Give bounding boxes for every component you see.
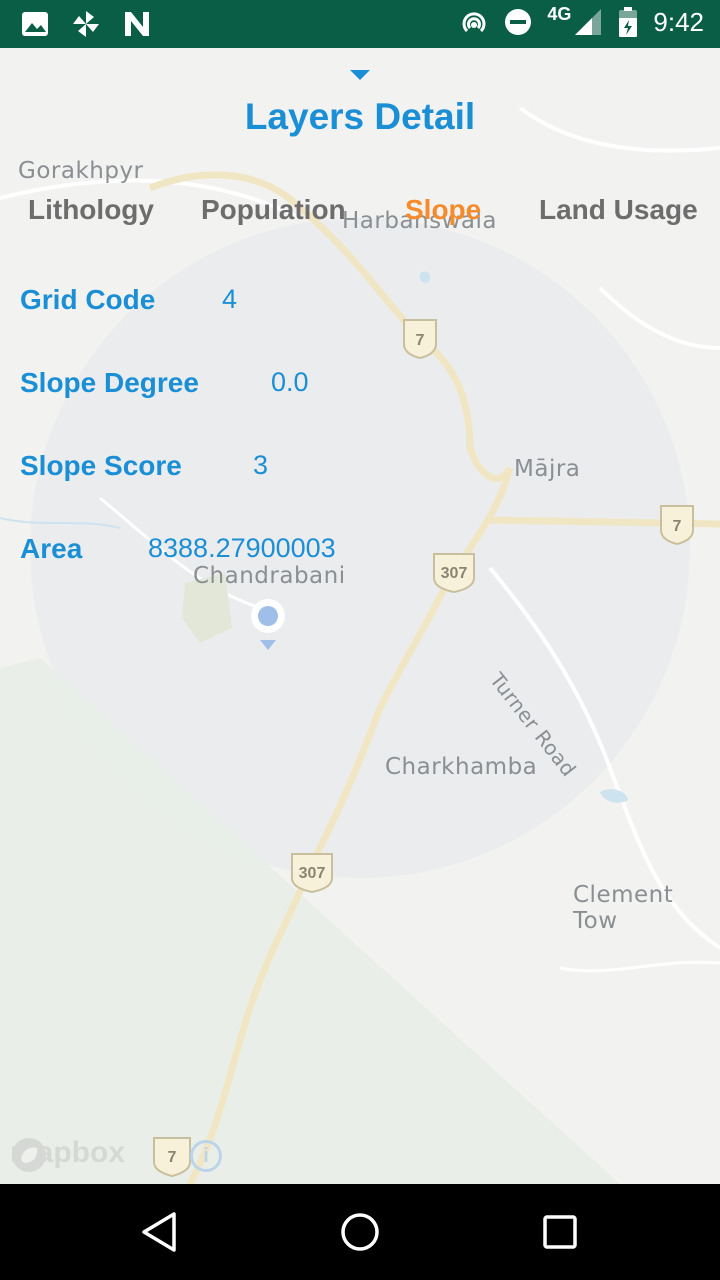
status-bar: 4G 9:42: [0, 0, 720, 48]
road-shield-label: 307: [299, 865, 326, 882]
info-icon[interactable]: i: [190, 1140, 222, 1172]
signal-icon: [575, 9, 602, 35]
area-value: 8388.27900003: [148, 533, 336, 563]
road-shield-307-lower: 307: [291, 853, 333, 894]
road-shield-7-south: 7: [153, 1137, 191, 1178]
n-logo-icon: [125, 12, 149, 36]
area-label: Area: [20, 533, 83, 564]
recents-icon[interactable]: [536, 1208, 584, 1256]
tab-slope[interactable]: Slope: [405, 194, 481, 226]
back-icon[interactable]: [136, 1208, 184, 1256]
pinwheel-icon: [73, 11, 99, 37]
road-shield-label: 7: [168, 1149, 177, 1166]
tab-land-usage[interactable]: Land Usage: [539, 194, 698, 226]
place-clement-town: Clement Tow: [573, 882, 674, 934]
slope-score-label: Slope Score: [20, 450, 182, 481]
home-icon[interactable]: [336, 1208, 384, 1256]
image-icon: [22, 12, 48, 36]
collapse-handle-icon[interactable]: [350, 70, 370, 80]
slope-degree-value: 0.0: [271, 367, 309, 397]
place-charkhamba: Charkhamba: [385, 754, 538, 780]
slope-score-value: 3: [253, 450, 269, 480]
tab-population[interactable]: Population: [201, 194, 346, 226]
tab-lithology[interactable]: Lithology: [28, 194, 154, 226]
navigation-bar: [0, 1184, 720, 1280]
panel-title: Layers Detail: [244, 96, 476, 137]
layers-detail-panel: Layers Detail Lithology Population Slope…: [0, 48, 720, 608]
clock: 9:42: [653, 6, 704, 37]
mapbox-logo-icon: [12, 1138, 46, 1172]
battery-icon: [619, 7, 638, 37]
do-not-disturb-icon: [505, 9, 532, 35]
grid-code-value: 4: [222, 284, 238, 314]
mapbox-logo[interactable]: mapbox: [10, 1136, 125, 1172]
hotspot-icon: [462, 12, 486, 33]
network-type: 4G: [547, 3, 572, 24]
grid-code-label: Grid Code: [20, 284, 156, 315]
slope-degree-label: Slope Degree: [20, 367, 199, 398]
